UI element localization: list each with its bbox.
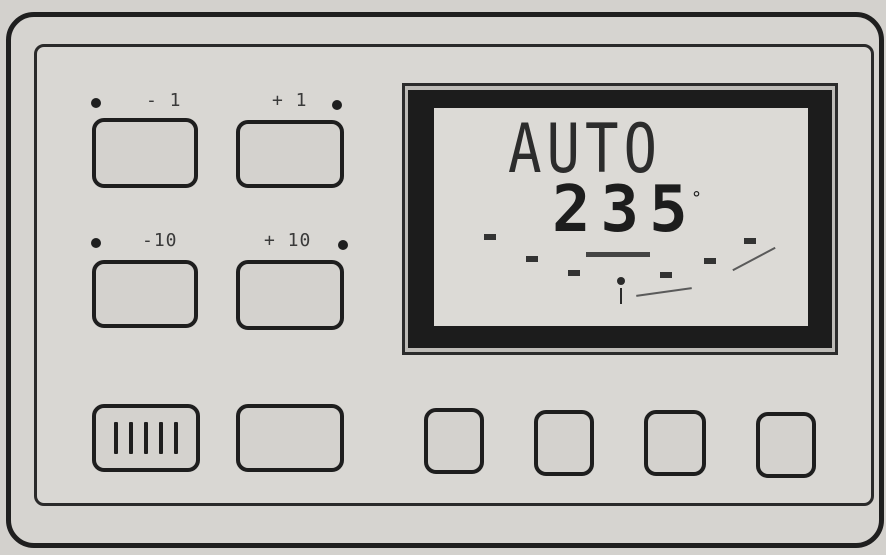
rudder-center-tick [620,288,622,304]
rudder-scale-mark [704,258,716,264]
function-key-2[interactable] [534,410,594,476]
plus-1-button[interactable] [236,120,344,188]
plus-1-label: + 1 [272,90,308,111]
rudder-caption-mark [586,252,650,257]
function-key-4[interactable] [756,412,816,478]
minus-10-button[interactable] [92,260,198,328]
plus-10-label: + 10 [264,230,312,251]
plus-1-indicator-led [332,100,342,110]
plus-10-button[interactable] [236,260,344,330]
rudder-scale-mark [660,272,672,278]
function-key-3[interactable] [644,410,706,476]
minus-1-label: - 1 [146,90,182,111]
standby-button[interactable] [92,404,200,472]
rudder-scale-mark [744,238,756,244]
heading-readout: 235 [552,173,698,247]
function-key-1[interactable] [424,408,484,474]
autopilot-control-panel: - 1 + 1 -10 + 10 AUTO 235 ° [0,0,886,555]
degree-symbol: ° [692,188,701,209]
minus-10-indicator-led [91,238,101,248]
rudder-scale-mark [484,234,496,240]
minus-1-button[interactable] [92,118,198,188]
plus-10-indicator-led [338,240,348,250]
ribbed-grip-icon [108,422,184,454]
minus-10-label: -10 [142,230,178,251]
rudder-scale-mark [568,270,580,276]
auto-button[interactable] [236,404,344,472]
rudder-scale-mark [526,256,538,262]
minus-1-indicator-led [91,98,101,108]
rudder-pointer-icon [617,277,625,285]
